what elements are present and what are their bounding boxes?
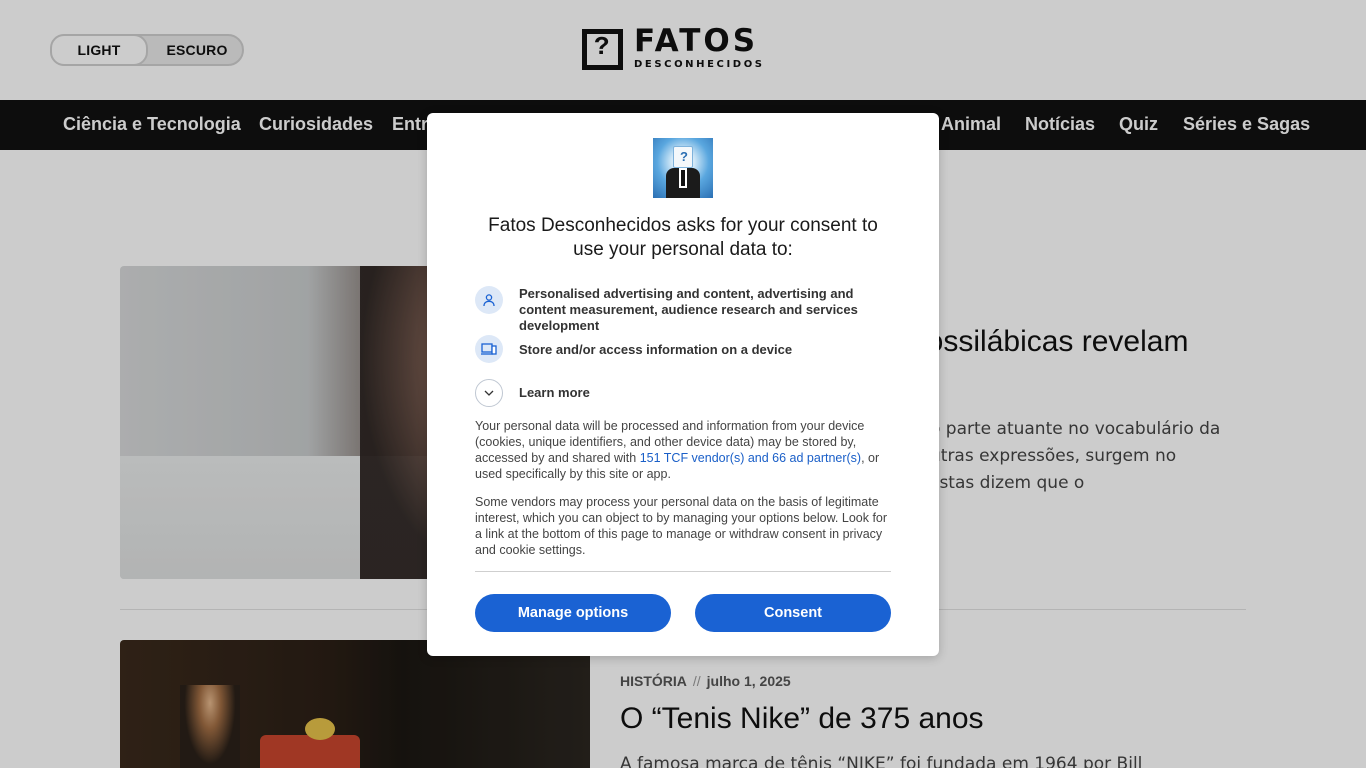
chevron-down-icon[interactable] bbox=[475, 379, 503, 407]
consent-dialog: ? Fatos Desconhecidos asks for your cons… bbox=[427, 113, 939, 656]
publisher-logo: ? bbox=[653, 138, 713, 198]
device-icon bbox=[475, 335, 503, 363]
learn-more-toggle[interactable]: Learn more bbox=[475, 379, 891, 407]
purpose-item: Personalised advertising and content, ad… bbox=[475, 286, 891, 333]
consent-title: Fatos Desconhecidos asks for your consen… bbox=[488, 215, 878, 260]
dialog-divider bbox=[475, 571, 891, 572]
person-icon bbox=[475, 286, 503, 314]
consent-body-paragraph: Some vendors may process your personal d… bbox=[475, 495, 888, 557]
manage-options-button[interactable]: Manage options bbox=[475, 594, 671, 632]
consent-button[interactable]: Consent bbox=[695, 594, 891, 632]
learn-more-label[interactable]: Learn more bbox=[519, 385, 590, 400]
consent-body-paragraph: Your personal data will be processed and… bbox=[475, 419, 880, 481]
purpose-item: Store and/or access information on a dev… bbox=[475, 335, 891, 363]
purpose-text: Personalised advertising and content, ad… bbox=[519, 286, 858, 333]
vendors-link[interactable]: 151 TCF vendor(s) and 66 ad partner(s) bbox=[640, 451, 861, 465]
purpose-text: Store and/or access information on a dev… bbox=[519, 342, 793, 357]
